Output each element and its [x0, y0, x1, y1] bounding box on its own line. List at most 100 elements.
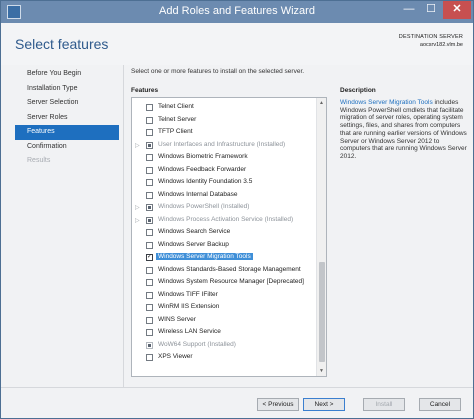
nav-item-results: Results [27, 157, 51, 164]
feature-row[interactable]: ▷ Windows PowerShell (Installed) [132, 201, 316, 214]
feature-label: Wireless LAN Service [158, 328, 221, 335]
feature-checkbox[interactable]: ✓ [146, 254, 153, 261]
maximize-button[interactable]: ☐ [419, 1, 443, 19]
destination-server-name: aocsrv182.vlm.be [419, 42, 463, 48]
feature-checkbox[interactable] [146, 141, 153, 149]
nav-item-server-roles[interactable]: Server Roles [15, 111, 119, 126]
feature-label: Windows System Resource Manager [Depreca… [158, 278, 304, 285]
install-button: Install [363, 398, 405, 411]
feature-label: Windows Feedback Forwarder [158, 165, 247, 173]
title-bar: Add Roles and Features Wizard — ☐ ✕ [1, 1, 473, 23]
feature-checkbox [146, 341, 153, 349]
footer-divider [1, 387, 473, 388]
feature-label: Windows Identity Foundation 3.5 [158, 178, 253, 185]
feature-label: WinRM IIS Extension [158, 303, 220, 310]
feature-checkbox[interactable] [146, 354, 153, 361]
wizard-header: Select features DESTINATION SERVER aocsr… [1, 23, 473, 65]
feature-row[interactable]: ▷ Windows Process Activation Service (Ins… [132, 214, 316, 227]
feature-checkbox[interactable] [146, 241, 153, 249]
feature-row[interactable]: Windows Standards-Based Storage Manageme… [132, 264, 316, 277]
feature-checkbox[interactable] [146, 179, 153, 186]
feature-label: Windows Process Activation Service (Inst… [158, 215, 294, 223]
wizard-window: Add Roles and Features Wizard — ☐ ✕ Sele… [0, 0, 474, 419]
feature-checkbox[interactable] [146, 291, 153, 299]
feature-row[interactable]: ▷ User Interfaces and Infrastructure (Ins… [132, 139, 316, 152]
features-scrollbar[interactable]: ▲ ▼ [316, 98, 326, 376]
feature-row[interactable]: WINS Server [132, 314, 316, 327]
description-text: includes Windows PowerShell cmdlets that… [340, 99, 467, 160]
nav-item-installation-type[interactable]: Installation Type [15, 82, 119, 97]
scroll-thumb[interactable] [319, 262, 325, 362]
cancel-button[interactable]: Cancel [419, 398, 461, 411]
feature-checkbox[interactable] [146, 316, 153, 324]
feature-checkbox[interactable] [146, 229, 153, 236]
feature-label: Windows PowerShell (Installed) [158, 203, 250, 210]
feature-label: User Interfaces and Infrastructure (Inst… [158, 140, 286, 148]
nav-item-server-selection[interactable]: Server Selection [15, 96, 119, 111]
feature-label: Windows Search Service [158, 228, 231, 235]
nav-item-confirmation[interactable]: Confirmation [15, 140, 119, 155]
next-button[interactable]: Next > [303, 398, 345, 411]
feature-row[interactable]: Windows Identity Foundation 3.5 [132, 176, 316, 189]
feature-row[interactable]: WoW64 Support (Installed) [132, 339, 316, 352]
feature-checkbox[interactable] [146, 104, 153, 111]
page-title: Select features [15, 36, 109, 52]
feature-checkbox[interactable] [146, 216, 153, 224]
feature-label: Windows Server Backup [158, 240, 229, 248]
feature-row[interactable]: Windows TIFF IFilter [132, 289, 316, 302]
feature-row[interactable]: Windows Server Backup [132, 239, 316, 252]
previous-button[interactable]: < Previous [257, 398, 299, 411]
feature-row[interactable]: Windows Internal Database [132, 189, 316, 202]
scroll-down-arrow-icon[interactable]: ▼ [317, 366, 326, 376]
feature-checkbox[interactable] [146, 129, 153, 136]
feature-row[interactable]: Wireless LAN Service [132, 326, 316, 339]
feature-label: WoW64 Support (Installed) [158, 340, 236, 348]
nav-item-before-you-begin[interactable]: Before You Begin [15, 67, 119, 82]
scroll-up-arrow-icon[interactable]: ▲ [317, 98, 326, 108]
feature-checkbox[interactable] [146, 266, 153, 274]
expand-arrow-icon[interactable]: ▷ [135, 217, 140, 224]
nav-item-features[interactable]: Features [15, 125, 119, 140]
feature-row[interactable]: Windows Biometric Framework [132, 151, 316, 164]
feature-label: Windows Standards-Based Storage Manageme… [158, 265, 301, 273]
feature-row[interactable]: TFTP Client [132, 126, 316, 139]
feature-checkbox[interactable] [146, 329, 153, 336]
feature-checkbox[interactable] [146, 191, 153, 199]
expand-arrow-icon[interactable]: ▷ [135, 142, 140, 149]
features-tree[interactable]: XPS Viewer WoW64 Support (Installed) Wirel… [131, 97, 327, 377]
feature-checkbox[interactable] [146, 204, 153, 211]
feature-checkbox[interactable] [146, 304, 153, 311]
feature-label: Telnet Server [158, 115, 197, 123]
feature-description: Windows Server Migration Tools includes … [340, 99, 468, 161]
feature-row[interactable]: Windows System Resource Manager [Depreca… [132, 276, 316, 289]
description-feature-name: Windows Server Migration Tools [340, 99, 433, 106]
expand-arrow-icon[interactable]: ▷ [135, 204, 140, 211]
wizard-nav: Before You Begin Installation Type Serve… [15, 67, 119, 169]
nav-divider [123, 65, 124, 387]
feature-label: XPS Viewer [158, 353, 193, 360]
feature-row[interactable]: Windows Search Service [132, 226, 316, 239]
feature-row[interactable]: XPS Viewer [132, 351, 316, 364]
feature-label: Telnet Client [158, 103, 194, 110]
feature-row[interactable]: Windows Feedback Forwarder [132, 164, 316, 177]
feature-label: Windows Biometric Framework [158, 153, 248, 160]
destination-server-label: DESTINATION SERVER [398, 34, 463, 40]
close-button[interactable]: ✕ [443, 1, 471, 19]
minimize-button[interactable]: — [397, 1, 421, 19]
feature-label: Windows Internal Database [158, 190, 238, 198]
features-heading: Features [131, 87, 159, 94]
feature-row[interactable]: Telnet Client [132, 101, 316, 114]
feature-row[interactable]: WinRM IIS Extension [132, 301, 316, 314]
feature-row[interactable]: ✓ Windows Server Migration Tools [132, 251, 316, 264]
feature-label: Windows Server Migration Tools [156, 253, 253, 260]
feature-label: TFTP Client [158, 128, 193, 135]
feature-checkbox[interactable] [146, 279, 153, 286]
description-heading: Description [340, 87, 376, 94]
feature-row[interactable]: Telnet Server [132, 114, 316, 127]
feature-label: Windows TIFF IFilter [158, 290, 218, 298]
instructions-text: Select one or more features to install o… [131, 68, 305, 75]
feature-checkbox[interactable] [146, 166, 153, 174]
feature-checkbox[interactable] [146, 116, 153, 124]
feature-label: WINS Server [158, 315, 196, 323]
feature-checkbox[interactable] [146, 154, 153, 161]
